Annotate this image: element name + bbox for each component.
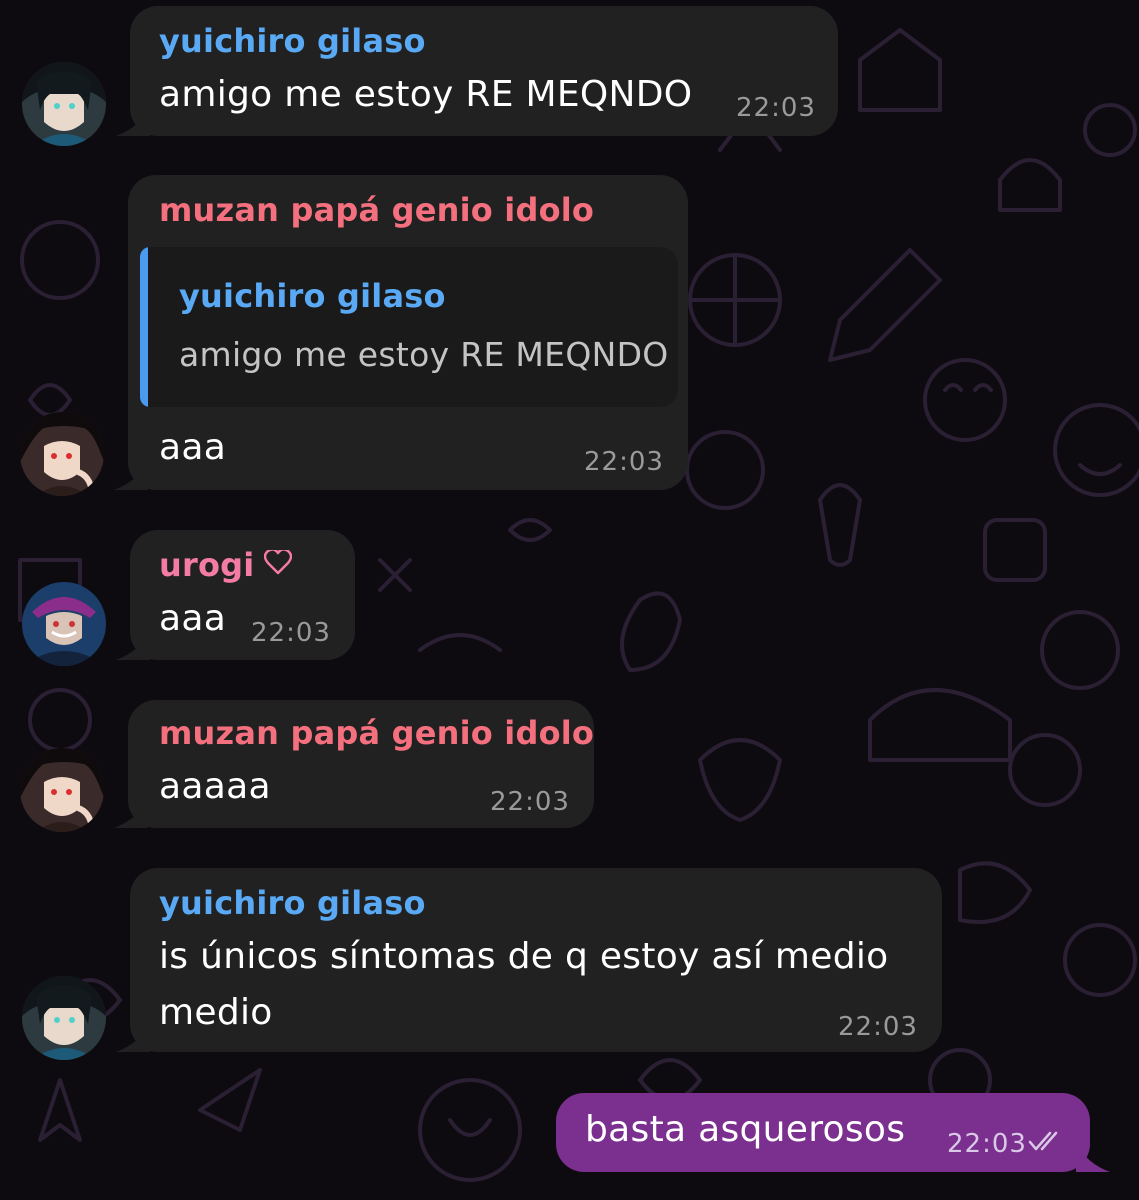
message-text: amigo me estoy RE MEQNDO: [159, 74, 693, 115]
message-text: aaa: [159, 598, 227, 639]
muzan-avatar[interactable]: [20, 748, 104, 832]
sender-name[interactable]: urogi: [159, 546, 293, 584]
message-bubble[interactable]: yuichiro gilaso amigo me estoy RE MEQNDO…: [130, 6, 838, 136]
message-time: 22:03: [838, 1012, 918, 1042]
yuichiro-avatar[interactable]: [22, 62, 106, 146]
reply-text: amigo me estoy RE MEQNDO: [179, 335, 669, 374]
reply-quote[interactable]: yuichiro gilaso amigo me estoy RE MEQNDO: [140, 247, 678, 407]
message-time: 22:03: [736, 93, 816, 123]
sender-name[interactable]: muzan papá genio idolo: [159, 191, 594, 229]
sender-name[interactable]: yuichiro gilaso: [159, 22, 426, 60]
message-text: aaa: [159, 427, 227, 468]
reply-sender-name: yuichiro gilaso: [179, 277, 446, 315]
sender-name-label: urogi: [159, 546, 255, 584]
message-time: 22:03: [584, 447, 664, 477]
message-text: aaaaa: [159, 766, 271, 807]
yuichiro-avatar[interactable]: [22, 976, 106, 1060]
muzan-avatar[interactable]: [20, 412, 104, 496]
sender-name[interactable]: muzan papá genio idolo: [159, 714, 594, 752]
message-bubble[interactable]: muzan papá genio idolo aaaaa 22:03: [128, 700, 594, 828]
outgoing-message-bubble[interactable]: basta asquerosos 22:03: [556, 1093, 1090, 1172]
sender-name[interactable]: yuichiro gilaso: [159, 884, 426, 922]
message-text: basta asquerosos: [585, 1109, 906, 1150]
message-bubble[interactable]: urogi aaa 22:03: [130, 530, 355, 660]
message-time: 22:03: [251, 618, 331, 648]
message-text-line-2: medio: [159, 992, 273, 1033]
message-bubble[interactable]: yuichiro gilaso is únicos síntomas de q …: [130, 868, 942, 1052]
message-time: 22:03: [947, 1129, 1027, 1159]
urogi-avatar[interactable]: [22, 582, 106, 666]
reply-quote-bar: [140, 247, 148, 407]
message-time: 22:03: [490, 787, 570, 817]
message-bubble[interactable]: muzan papá genio idolo yuichiro gilaso a…: [128, 175, 688, 490]
double-check-read-icon: [1028, 1131, 1064, 1157]
heart-icon: [264, 546, 293, 584]
message-text-line-1: is únicos síntomas de q estoy así medio: [159, 936, 889, 977]
